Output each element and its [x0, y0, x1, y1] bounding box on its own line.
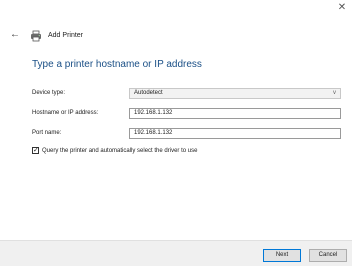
- cancel-button[interactable]: Cancel: [309, 249, 347, 262]
- hostname-input[interactable]: 192.168.1.132: [129, 108, 341, 119]
- device-type-select[interactable]: Autodetect v: [129, 88, 341, 99]
- dialog-header: ← Add Printer: [10, 28, 83, 42]
- query-printer-label: Query the printer and automatically sele…: [42, 147, 198, 154]
- printer-icon: [30, 29, 42, 42]
- checkmark-icon: ✓: [33, 147, 39, 154]
- query-printer-option[interactable]: ✓ Query the printer and automatically se…: [32, 147, 197, 154]
- next-button[interactable]: Next: [263, 249, 301, 262]
- dialog-title: Add Printer: [48, 31, 84, 39]
- chevron-down-icon: v: [333, 90, 336, 96]
- device-type-value: Autodetect: [134, 90, 163, 96]
- dialog-footer: Next Cancel: [0, 240, 352, 266]
- query-printer-checkbox[interactable]: ✓: [32, 147, 39, 154]
- close-icon[interactable]: ✕: [336, 2, 348, 14]
- hostname-label: Hostname or IP address:: [32, 110, 99, 116]
- device-type-label: Device type:: [32, 90, 66, 96]
- back-arrow-icon[interactable]: ←: [10, 29, 20, 41]
- page-heading: Type a printer hostname or IP address: [32, 59, 202, 70]
- port-name-label: Port name:: [32, 130, 62, 136]
- port-name-input[interactable]: 192.168.1.132: [129, 128, 341, 139]
- add-printer-dialog: ✕ ← Add Printer Type a printer hostname …: [0, 0, 352, 266]
